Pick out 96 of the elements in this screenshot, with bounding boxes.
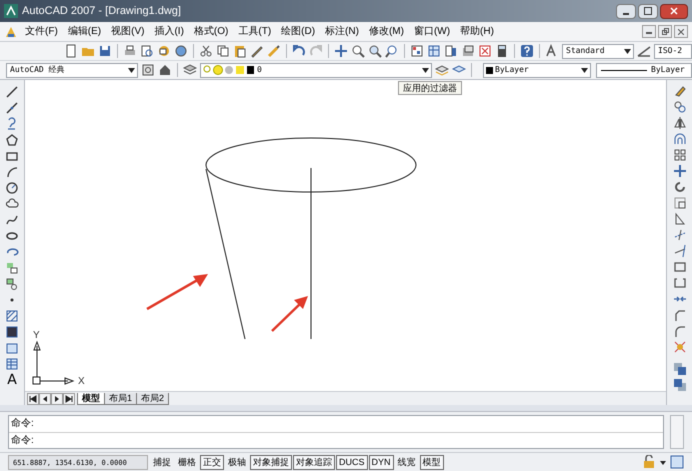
status-toggle[interactable]: 模型 <box>420 454 444 470</box>
brush-icon[interactable] <box>267 44 281 58</box>
zoom-icon[interactable] <box>351 44 365 58</box>
command-prompt: 命令: <box>11 434 34 448</box>
minimize-button[interactable] <box>642 25 656 38</box>
copy-icon[interactable] <box>216 44 230 58</box>
menu-item[interactable]: 标注(N) <box>320 24 364 40</box>
color-dropdown[interactable]: ByLayer <box>483 62 591 78</box>
tooltip: 应用的过滤器 <box>398 81 462 95</box>
last-icon <box>64 394 74 404</box>
menu-item[interactable]: 编辑(E) <box>62 24 106 40</box>
restore-icon <box>662 28 668 35</box>
app-icon <box>4 24 18 38</box>
pointer-arrow <box>271 296 308 332</box>
lock-icon[interactable] <box>642 455 656 469</box>
close-icon <box>670 7 678 15</box>
spline-icon[interactable] <box>5 213 19 227</box>
layer-dropdown[interactable]: 0 <box>200 62 432 78</box>
pointer-arrow <box>146 274 208 310</box>
menu-item[interactable]: 插入(I) <box>149 24 189 40</box>
menu-item[interactable]: 工具(T) <box>233 24 276 40</box>
minimize-button[interactable] <box>616 4 636 18</box>
command-prompt: 命令: <box>11 417 34 432</box>
status-toggle[interactable]: DYN <box>368 454 394 470</box>
menu-item[interactable]: 视图(V) <box>106 24 150 40</box>
color-swatch <box>486 66 493 74</box>
mirror-icon[interactable] <box>672 116 686 130</box>
menu-item[interactable]: 格式(O) <box>188 24 234 40</box>
menu-item[interactable]: 帮助(H) <box>455 24 499 40</box>
layout-tab[interactable]: 模型 <box>77 392 105 404</box>
app-icon <box>4 4 18 18</box>
table-icon[interactable] <box>5 357 19 371</box>
menu-item[interactable]: 文件(F) <box>20 24 63 40</box>
text-tool-button[interactable]: A <box>7 373 17 387</box>
status-toggle[interactable]: 线宽 <box>394 454 419 470</box>
status-toggle[interactable]: 对象捕捉 <box>250 454 292 470</box>
menu-item[interactable]: 绘图(D) <box>276 24 320 40</box>
save-icon[interactable] <box>98 44 112 58</box>
circle-icon[interactable] <box>5 181 19 195</box>
fillet-icon[interactable] <box>672 324 686 338</box>
calculator-icon[interactable] <box>495 44 509 58</box>
first-icon <box>28 394 38 404</box>
workspace-dropdown[interactable]: AutoCAD 经典 <box>6 62 138 78</box>
text-style-dropdown[interactable]: Standard <box>562 44 634 58</box>
caret-icon <box>581 68 588 72</box>
menu-item[interactable]: 窗口(W) <box>408 24 456 40</box>
dimension-style-dropdown[interactable]: ISO-2 <box>654 44 692 58</box>
layout-tab[interactable]: 布局1 <box>104 392 138 404</box>
paste-icon[interactable] <box>233 44 247 58</box>
maximize-icon <box>644 7 652 15</box>
undo-icon[interactable] <box>292 44 306 58</box>
new-file-icon[interactable] <box>64 44 78 58</box>
caret-icon <box>624 48 631 54</box>
maximize-button[interactable] <box>638 4 658 18</box>
chamfer-icon[interactable] <box>672 308 686 322</box>
restore-button[interactable] <box>658 25 672 38</box>
arc-icon[interactable] <box>5 165 19 179</box>
y-axis-label: Y <box>33 329 40 343</box>
scissors-icon[interactable] <box>199 44 213 58</box>
close-icon <box>678 28 684 34</box>
printer-icon[interactable] <box>123 44 137 58</box>
caret-icon[interactable] <box>659 458 667 466</box>
first-tab-button[interactable] <box>27 392 39 404</box>
status-toggle[interactable]: 栅格 <box>175 454 199 470</box>
eraser-icon[interactable] <box>672 84 686 98</box>
dimension-style-icon[interactable] <box>637 44 651 58</box>
status-toggle[interactable]: 对象追踪 <box>293 454 335 470</box>
x-axis-label: X <box>78 375 85 389</box>
status-toggle[interactable]: DUCS <box>336 454 368 470</box>
polygon-icon[interactable] <box>5 133 19 147</box>
minimize-icon <box>646 30 652 34</box>
last-tab-button[interactable] <box>63 392 75 404</box>
layers-icon[interactable] <box>183 63 197 77</box>
rotate-icon[interactable] <box>672 180 686 194</box>
next-tab-button[interactable] <box>51 392 63 404</box>
array-icon[interactable] <box>672 148 686 162</box>
linetype-dropdown[interactable]: ByLayer <box>596 62 692 78</box>
menu-item[interactable]: 修改(M) <box>364 24 409 40</box>
line-icon[interactable] <box>5 85 19 99</box>
caret-icon <box>422 68 429 72</box>
previous-tab-button[interactable] <box>39 392 51 404</box>
layer-state-icon <box>203 65 255 75</box>
pencil-icon[interactable] <box>250 44 264 58</box>
status-toggle[interactable]: 正交 <box>200 454 224 470</box>
close-button[interactable] <box>660 4 688 18</box>
house-icon[interactable] <box>158 63 172 77</box>
close-button[interactable] <box>674 25 688 38</box>
layout-tab[interactable]: 布局2 <box>136 392 170 404</box>
caret-icon <box>128 68 135 72</box>
help-icon[interactable] <box>520 44 534 58</box>
status-toggle[interactable]: 极轴 <box>225 454 249 470</box>
hatch-icon[interactable] <box>5 309 19 323</box>
ucs-icon <box>32 340 74 385</box>
scroll-bar[interactable] <box>670 415 684 449</box>
status-toggle[interactable]: 捕捉 <box>150 454 174 470</box>
window-title: AutoCAD 2007 - [Drawing1.dwg] <box>22 4 181 19</box>
